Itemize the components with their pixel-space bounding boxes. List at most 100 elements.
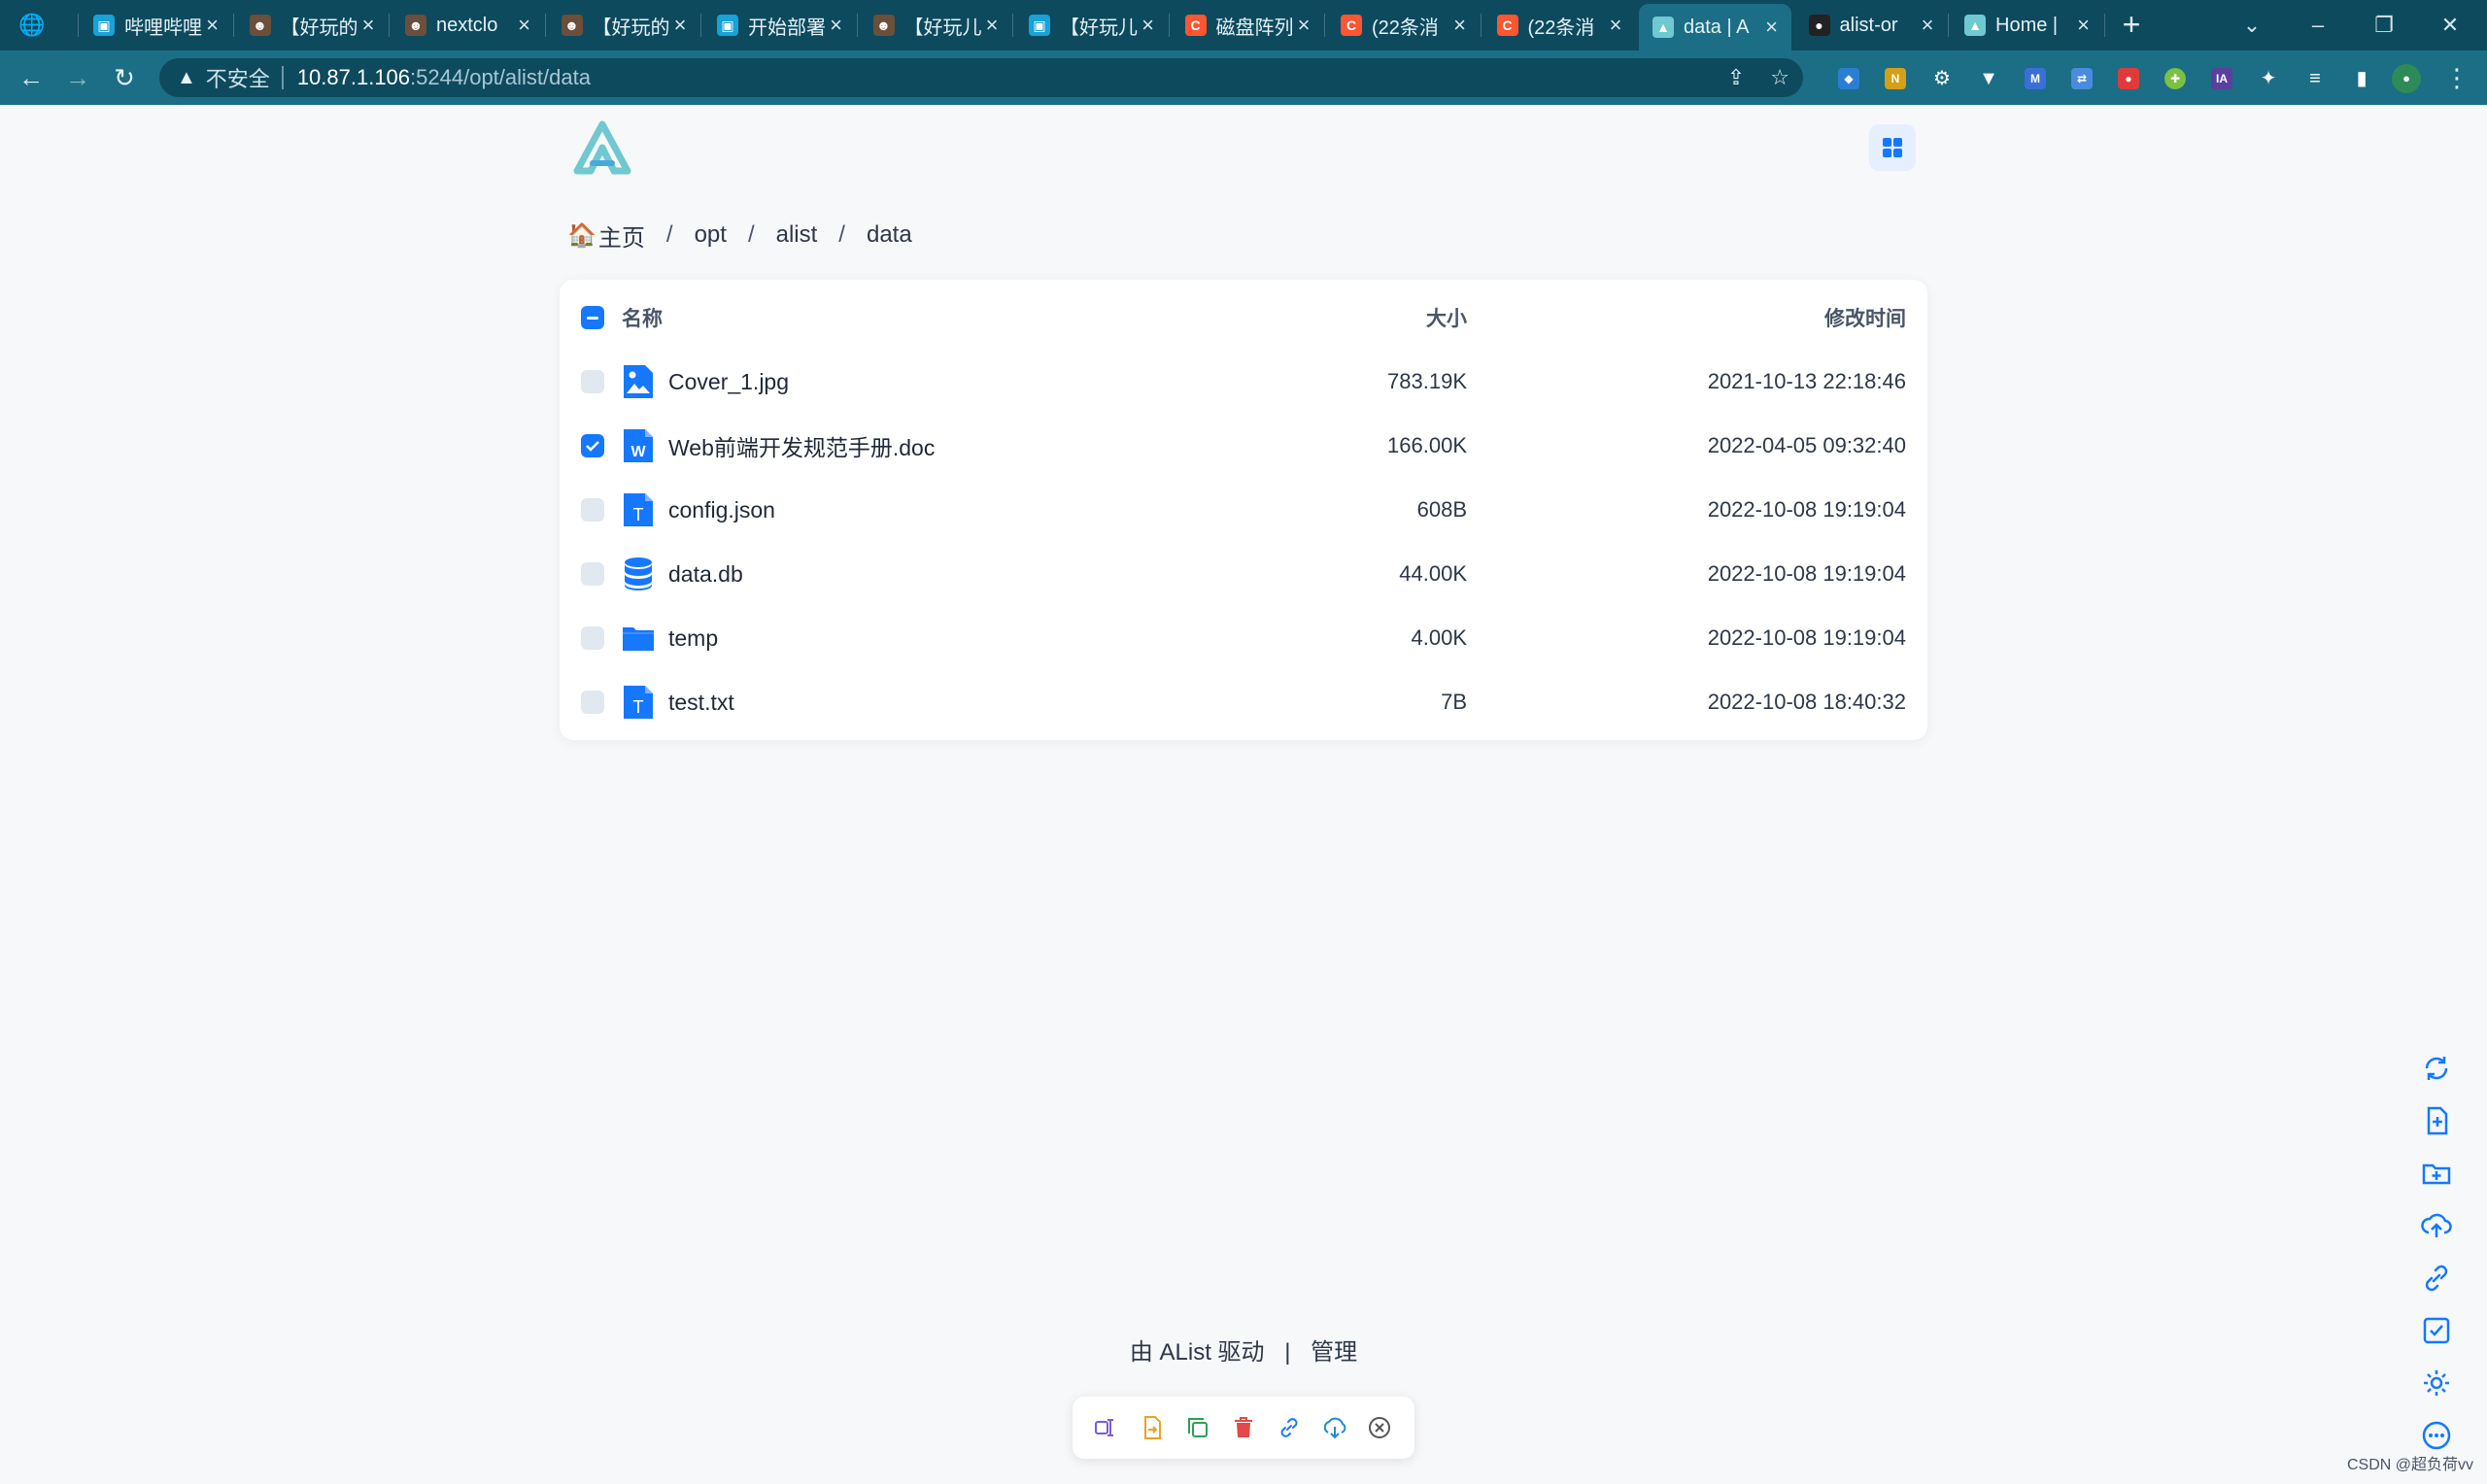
profile-avatar[interactable]: ● (2392, 64, 2421, 93)
file-row[interactable]: Tconfig.json 608B 2022-10-08 19:19:04 (560, 478, 1927, 542)
extension-icon[interactable]: IA (2211, 68, 2232, 89)
row-checkbox[interactable] (581, 370, 604, 393)
file-modified: 2022-10-08 19:19:04 (1707, 561, 1906, 586)
browser-tab[interactable]: ☻ nextclo × (392, 6, 544, 45)
alist-logo[interactable] (571, 120, 633, 175)
extension-icon[interactable]: N (1885, 68, 1906, 89)
file-row[interactable]: data.db 44.00K 2022-10-08 19:19:04 (560, 542, 1927, 606)
download-icon[interactable] (1320, 1413, 1349, 1442)
back-icon[interactable]: ← (14, 60, 49, 95)
browser-tab[interactable]: ☻ 【好玩儿 × (860, 6, 1012, 45)
breadcrumb-opt[interactable]: opt (695, 221, 727, 249)
file-row[interactable]: Cover_1.jpg 783.19K 2021-10-13 22:18:46 (560, 350, 1927, 414)
file-name[interactable]: Web前端开发规范手册.doc (668, 429, 935, 462)
file-row[interactable]: temp 4.00K 2022-10-08 19:19:04 (560, 606, 1927, 670)
breadcrumb-alist[interactable]: alist (776, 221, 818, 249)
more-icon[interactable] (2417, 1416, 2456, 1455)
extension-icon[interactable]: M (2025, 68, 2046, 89)
new-file-icon[interactable] (2417, 1101, 2456, 1140)
close-tab-icon[interactable]: × (203, 13, 222, 38)
file-name[interactable]: temp (668, 625, 718, 652)
file-name[interactable]: data.db (668, 561, 743, 588)
extension-icon[interactable]: ◆ (1838, 68, 1859, 89)
row-checkbox[interactable] (581, 498, 604, 522)
header-modified[interactable]: 修改时间 (1824, 303, 1906, 332)
browser-tab[interactable]: ▣ 开始部署 × (703, 6, 856, 45)
browser-tab[interactable]: ☻ 【好玩的 × (548, 6, 700, 45)
extension-gear-icon[interactable]: ⚙ (1931, 68, 1953, 89)
move-icon[interactable] (1138, 1413, 1167, 1442)
extensions-puzzle-icon[interactable]: ✦ (2258, 68, 2279, 89)
file-row[interactable]: Ttest.txt 7B 2022-10-08 18:40:32 (560, 670, 1927, 734)
new-tab-button[interactable]: + (2114, 8, 2149, 43)
extension-icon[interactable]: ● (2118, 68, 2139, 89)
browser-tab[interactable]: ▲ data | A × (1639, 4, 1791, 51)
refresh-icon[interactable] (2417, 1049, 2456, 1088)
upload-icon[interactable] (2417, 1206, 2456, 1245)
select-all-checkbox[interactable] (581, 306, 604, 329)
browser-tab[interactable]: ▣ 【好玩儿 × (1015, 6, 1168, 45)
header-size[interactable]: 大小 (1426, 303, 1467, 332)
row-checkbox[interactable] (581, 626, 604, 650)
layout-toggle-button[interactable] (1869, 124, 1916, 171)
browser-menu-icon[interactable]: ⋮ (2444, 60, 2470, 95)
browser-tab[interactable]: ☻ 【好玩的 × (236, 6, 389, 45)
extension-icon[interactable]: ⇄ (2071, 68, 2093, 89)
close-tab-icon[interactable]: × (2074, 13, 2094, 38)
select-icon[interactable] (2417, 1311, 2456, 1350)
browser-tab[interactable]: C 磁盘阵列 × (1172, 6, 1324, 45)
close-tab-icon[interactable]: × (1606, 13, 1625, 38)
powered-by-link[interactable]: 由 AList 驱动 (1130, 1339, 1265, 1366)
close-tab-icon[interactable]: × (1762, 15, 1782, 40)
header-name[interactable]: 名称 (622, 303, 663, 332)
close-tab-icon[interactable]: × (1918, 13, 1937, 38)
delete-icon[interactable] (1229, 1413, 1258, 1442)
browser-tab[interactable]: ▲ Home | × (1951, 6, 2103, 45)
restore-button[interactable]: ❐ (2355, 8, 2413, 43)
pinned-tab[interactable]: 🌐 (8, 6, 76, 45)
close-tab-icon[interactable]: × (515, 13, 534, 38)
link-icon[interactable] (1275, 1413, 1304, 1442)
close-tab-icon[interactable]: × (670, 13, 690, 38)
browser-tab[interactable]: C (22条消 × (1327, 6, 1480, 45)
close-tab-icon[interactable]: × (358, 13, 378, 38)
file-name[interactable]: Cover_1.jpg (668, 369, 789, 395)
grid-icon (1883, 138, 1902, 157)
minimize-button[interactable]: – (2289, 8, 2347, 43)
row-checkbox[interactable] (581, 434, 604, 457)
tab-search-icon[interactable]: ⌄ (2223, 8, 2281, 43)
extension-icon[interactable]: ✚ (2164, 68, 2186, 89)
browser-tab[interactable]: ● alist-or × (1795, 6, 1948, 45)
browser-tab[interactable]: C (22条消 × (1483, 6, 1636, 45)
file-name[interactable]: test.txt (668, 690, 734, 716)
breadcrumb-data[interactable]: data (867, 221, 912, 249)
settings-icon[interactable] (2417, 1364, 2456, 1402)
copy-icon[interactable] (1183, 1413, 1212, 1442)
reading-list-icon[interactable]: ≡ (2304, 68, 2326, 89)
share-icon[interactable]: ⇪ (1727, 65, 1745, 90)
rename-icon[interactable] (1092, 1413, 1121, 1442)
file-name[interactable]: config.json (668, 497, 775, 523)
breadcrumb-home[interactable]: 主页 (598, 219, 645, 253)
close-tab-icon[interactable]: × (982, 13, 1002, 38)
forward-icon[interactable]: → (60, 60, 95, 95)
close-tab-icon[interactable]: × (1139, 13, 1158, 38)
extension-vue-icon[interactable]: ▼ (1978, 68, 1999, 89)
close-tab-icon[interactable]: × (1450, 13, 1470, 38)
close-tab-icon[interactable]: × (827, 13, 846, 38)
offline-download-icon[interactable] (2417, 1259, 2456, 1298)
row-checkbox[interactable] (581, 562, 604, 586)
close-tab-icon[interactable]: × (1294, 13, 1313, 38)
close-window-button[interactable]: ✕ (2421, 8, 2479, 43)
row-checkbox[interactable] (581, 691, 604, 714)
side-panel-icon[interactable]: ▮ (2351, 68, 2372, 89)
new-folder-icon[interactable] (2417, 1154, 2456, 1193)
file-row[interactable]: W Web前端开发规范手册.doc 166.00K 2022-04-05 09:32:… (560, 414, 1927, 478)
selection-action-bar (1073, 1397, 1414, 1459)
browser-tab[interactable]: ▣ 哔哩哔哩 × (80, 6, 232, 45)
admin-link[interactable]: 管理 (1311, 1339, 1357, 1366)
cancel-icon[interactable] (1365, 1413, 1394, 1442)
reload-icon[interactable]: ↻ (107, 60, 142, 95)
address-bar[interactable]: ▲ 不安全 10.87.1.106 :5244/opt/alist/data ⇪… (159, 58, 1803, 97)
bookmark-star-icon[interactable]: ☆ (1770, 65, 1789, 90)
